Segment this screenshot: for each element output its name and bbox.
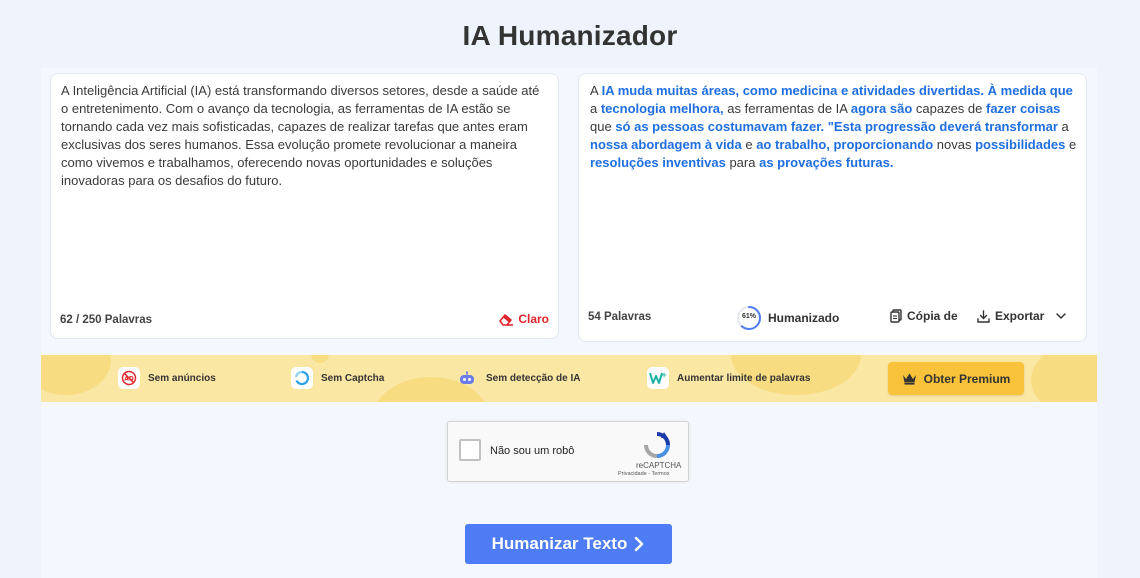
text-segment: capazes de — [912, 101, 986, 116]
text-segment: a — [590, 101, 601, 116]
humanized-label: Humanizado — [768, 311, 840, 325]
banner-decoration — [41, 355, 111, 395]
highlighted-phrase: agora são — [850, 101, 913, 116]
word-limit-icon: + — [647, 367, 669, 389]
highlighted-phrase: resoluções inventivas — [590, 155, 726, 170]
premium-banner: AD Sem anúncios Sem Captcha Sem detecção… — [41, 355, 1097, 402]
text-segment: novas — [933, 137, 976, 152]
captcha-icon — [291, 367, 313, 389]
recaptcha-brand: reCAPTCHA — [636, 461, 682, 470]
highlighted-phrase: tecnologia melhora, — [600, 101, 724, 116]
clear-label: Claro — [518, 312, 549, 326]
crown-icon — [902, 373, 916, 385]
chevron-down-icon — [1056, 313, 1067, 320]
highlighted-phrase: IA muda muitas áreas, como medicina e at… — [601, 83, 1073, 98]
feature-word-limit: + Aumentar limite de palavras — [647, 367, 810, 389]
input-panel[interactable]: A Inteligência Artificial (IA) está tran… — [50, 73, 559, 339]
humanized-ring: 61% — [736, 305, 762, 331]
output-word-count: 54 Palavras — [588, 311, 652, 323]
output-footer: 54 Palavras 61% Humanizado Cópia de Expo… — [579, 305, 1086, 331]
no-ads-icon: AD — [118, 367, 140, 389]
chevron-right-icon — [635, 536, 644, 552]
text-segment: que — [590, 119, 616, 134]
humanize-label: Humanizar Texto — [491, 534, 628, 553]
recaptcha-links[interactable]: Privacidade - Termos — [618, 471, 670, 477]
text-segment: a — [1057, 119, 1069, 134]
eraser-icon — [499, 313, 514, 326]
copy-button[interactable]: Cópia de — [890, 309, 958, 323]
robot-icon — [456, 367, 478, 389]
highlighted-phrase: ao trabalho, proporcionando — [756, 137, 934, 152]
humanized-indicator: 61% Humanizado — [736, 305, 839, 331]
feature-no-ads: AD Sem anúncios — [118, 367, 216, 389]
text-segment: as ferramentas de IA — [723, 101, 851, 116]
feature-label: Sem detecção de IA — [486, 372, 581, 384]
recaptcha-checkbox[interactable] — [459, 439, 481, 461]
get-premium-button[interactable]: Obter Premium — [888, 362, 1024, 395]
recaptcha-widget: Não sou um robô reCAPTCHA Privacidade - … — [447, 421, 689, 482]
export-label: Exportar — [995, 309, 1045, 323]
humanized-percent: 61% — [741, 313, 756, 320]
copy-label: Cópia de — [907, 309, 958, 323]
output-panel: A IA muda muitas áreas, como medicina e … — [578, 73, 1087, 342]
text-segment: A — [590, 83, 602, 98]
svg-text:+: + — [661, 371, 667, 379]
text-segment: e — [1065, 137, 1077, 152]
page-title: IA Humanizador — [462, 20, 678, 51]
feature-label: Sem anúncios — [148, 372, 216, 384]
highlighted-phrase: possibilidades — [975, 137, 1066, 152]
banner-decoration — [1031, 355, 1097, 402]
feature-label: Sem Captcha — [321, 372, 385, 384]
output-text: A IA muda muitas áreas, como medicina e … — [590, 82, 1082, 172]
highlighted-phrase: nossa abordagem à vida — [590, 137, 742, 152]
banner-decoration — [311, 355, 329, 363]
text-segment: para — [725, 155, 760, 170]
humanize-text-button[interactable]: Humanizar Texto — [465, 524, 672, 564]
feature-label: Aumentar limite de palavras — [677, 372, 811, 384]
recaptcha-logo-icon — [644, 432, 670, 458]
download-icon — [977, 309, 990, 323]
copy-icon — [890, 309, 902, 323]
premium-label: Obter Premium — [923, 371, 1011, 386]
highlighted-phrase: só as pessoas costumavam fazer. "Esta pr… — [615, 119, 1058, 134]
highlighted-phrase: as provações futuras. — [759, 155, 894, 170]
export-button[interactable]: Exportar — [977, 309, 1068, 323]
input-text[interactable]: A Inteligência Artificial (IA) está tran… — [61, 82, 547, 190]
feature-no-captcha: Sem Captcha — [291, 367, 384, 389]
input-word-count: 62 / 250 Palavras — [60, 314, 153, 326]
feature-no-ai-detection: Sem detecção de IA — [456, 367, 580, 389]
recaptcha-label: Não sou um robô — [490, 445, 575, 457]
highlighted-phrase: fazer coisas — [985, 101, 1061, 116]
clear-button[interactable]: Claro — [499, 312, 549, 326]
text-segment: e — [741, 137, 757, 152]
